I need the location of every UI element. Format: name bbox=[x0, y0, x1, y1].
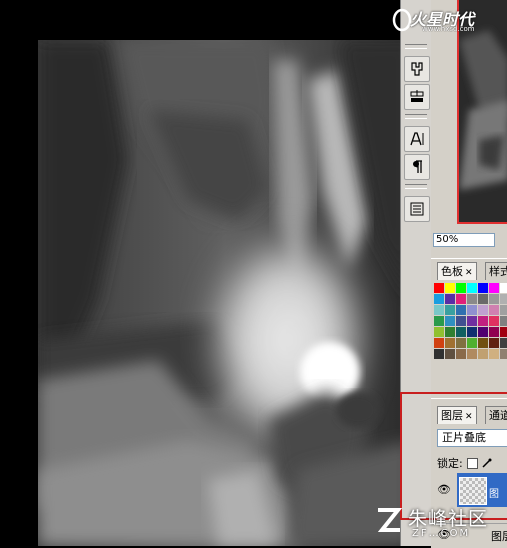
lock-transparent-icon[interactable] bbox=[466, 457, 478, 469]
swatch-color[interactable] bbox=[456, 316, 466, 326]
swatch-color[interactable] bbox=[467, 338, 477, 348]
tab-channels-label: 通道 bbox=[489, 409, 507, 422]
swatch-color[interactable] bbox=[489, 338, 499, 348]
swatch-color[interactable] bbox=[467, 283, 477, 293]
swatch-color[interactable] bbox=[478, 338, 488, 348]
lock-image-brush-icon[interactable] bbox=[482, 458, 492, 468]
swatch-grid bbox=[434, 283, 507, 367]
swatch-color[interactable] bbox=[478, 327, 488, 337]
swatch-color[interactable] bbox=[456, 338, 466, 348]
tab-layers[interactable]: 图层 ✕ bbox=[437, 406, 477, 424]
swatch-color[interactable] bbox=[500, 294, 507, 304]
swatch-color[interactable] bbox=[500, 349, 507, 359]
swatch-color[interactable] bbox=[445, 327, 455, 337]
swatch-color[interactable] bbox=[434, 294, 444, 304]
close-icon[interactable]: ✕ bbox=[465, 268, 473, 278]
blend-mode-select[interactable]: 正片叠底 bbox=[437, 429, 507, 447]
swatch-color[interactable] bbox=[456, 294, 466, 304]
swatch-color[interactable] bbox=[489, 316, 499, 326]
tab-styles-label: 样式 bbox=[489, 265, 507, 278]
swatch-color[interactable] bbox=[456, 327, 466, 337]
eye-visibility-icon[interactable]: 👁 bbox=[437, 483, 451, 496]
paragraph-panel-icon[interactable] bbox=[404, 154, 430, 180]
zoom-level-input[interactable]: 50% bbox=[433, 233, 495, 247]
swatch-color[interactable] bbox=[489, 305, 499, 315]
swatches-panel: 色板 ✕ 样式 bbox=[431, 258, 507, 369]
dock-separator bbox=[405, 44, 427, 49]
swatch-color[interactable] bbox=[467, 349, 477, 359]
swatch-color[interactable] bbox=[467, 316, 477, 326]
swatch-color[interactable] bbox=[478, 349, 488, 359]
tab-styles[interactable]: 样式 bbox=[485, 262, 507, 280]
close-icon[interactable]: ✕ bbox=[465, 412, 473, 422]
watermark-logo-top: 火星时代 www.hxsd.com bbox=[392, 6, 504, 36]
swatch-color[interactable] bbox=[456, 283, 466, 293]
z-logo-icon bbox=[377, 508, 403, 532]
tab-swatches[interactable]: 色板 ✕ bbox=[437, 262, 477, 280]
swatch-color[interactable] bbox=[478, 294, 488, 304]
swatch-color[interactable] bbox=[478, 305, 488, 315]
watermark-bottom-sub: ZF…COM bbox=[412, 528, 471, 539]
painting-canvas[interactable] bbox=[38, 40, 412, 546]
watermark-bottom-text: 朱峰社区 bbox=[408, 508, 489, 530]
swatch-color[interactable] bbox=[445, 283, 455, 293]
swatch-color[interactable] bbox=[467, 294, 477, 304]
logo-swirl-icon bbox=[392, 8, 412, 32]
swatch-color[interactable] bbox=[489, 283, 499, 293]
lock-label: 锁定: bbox=[437, 457, 463, 470]
swatch-color[interactable] bbox=[445, 294, 455, 304]
layer-name: 图 bbox=[489, 489, 499, 500]
swatch-color[interactable] bbox=[445, 349, 455, 359]
tab-layers-label: 图层 bbox=[441, 409, 463, 422]
dock-separator bbox=[405, 184, 427, 189]
layer-comps-icon[interactable] bbox=[404, 196, 430, 222]
swatch-color[interactable] bbox=[467, 327, 477, 337]
clone-source-icon[interactable] bbox=[404, 84, 430, 110]
canvas-area[interactable] bbox=[0, 0, 425, 546]
swatch-color[interactable] bbox=[456, 349, 466, 359]
right-panel-column: 50% 色板 ✕ 样式 图层 ✕ 通道 正片叠底 锁定: 👁 图 👁 图 bbox=[431, 0, 507, 548]
swatch-color[interactable] bbox=[500, 305, 507, 315]
swatch-color[interactable] bbox=[500, 283, 507, 293]
tab-swatches-label: 色板 bbox=[441, 265, 463, 278]
swatch-color[interactable] bbox=[456, 305, 466, 315]
navigator-zoom-bar: 50% bbox=[431, 230, 507, 250]
swatch-color[interactable] bbox=[434, 338, 444, 348]
brush-preset-icon[interactable] bbox=[404, 56, 430, 82]
swatch-color[interactable] bbox=[489, 294, 499, 304]
swatch-color[interactable] bbox=[489, 327, 499, 337]
tab-channels[interactable]: 通道 bbox=[485, 406, 507, 424]
swatch-color[interactable] bbox=[434, 305, 444, 315]
swatch-color[interactable] bbox=[500, 338, 507, 348]
swatch-color[interactable] bbox=[445, 316, 455, 326]
swatch-color[interactable] bbox=[500, 327, 507, 337]
swatch-color[interactable] bbox=[445, 338, 455, 348]
swatch-color[interactable] bbox=[500, 316, 507, 326]
dock-separator bbox=[405, 114, 427, 119]
swatch-color[interactable] bbox=[434, 327, 444, 337]
lock-row: 锁定: bbox=[437, 455, 492, 471]
character-panel-icon[interactable] bbox=[404, 126, 430, 152]
swatch-color[interactable] bbox=[478, 316, 488, 326]
swatch-color[interactable] bbox=[467, 305, 477, 315]
panel-dock-strip bbox=[400, 0, 432, 546]
swatch-color[interactable] bbox=[489, 349, 499, 359]
swatch-color[interactable] bbox=[478, 283, 488, 293]
watermark-top-url: www.hxsd.com bbox=[422, 25, 475, 33]
swatch-color[interactable] bbox=[434, 283, 444, 293]
swatch-color[interactable] bbox=[445, 305, 455, 315]
watermark-logo-bottom: 朱峰社区 ZF…COM bbox=[372, 500, 507, 546]
swatch-color[interactable] bbox=[434, 349, 444, 359]
swatch-color[interactable] bbox=[434, 316, 444, 326]
